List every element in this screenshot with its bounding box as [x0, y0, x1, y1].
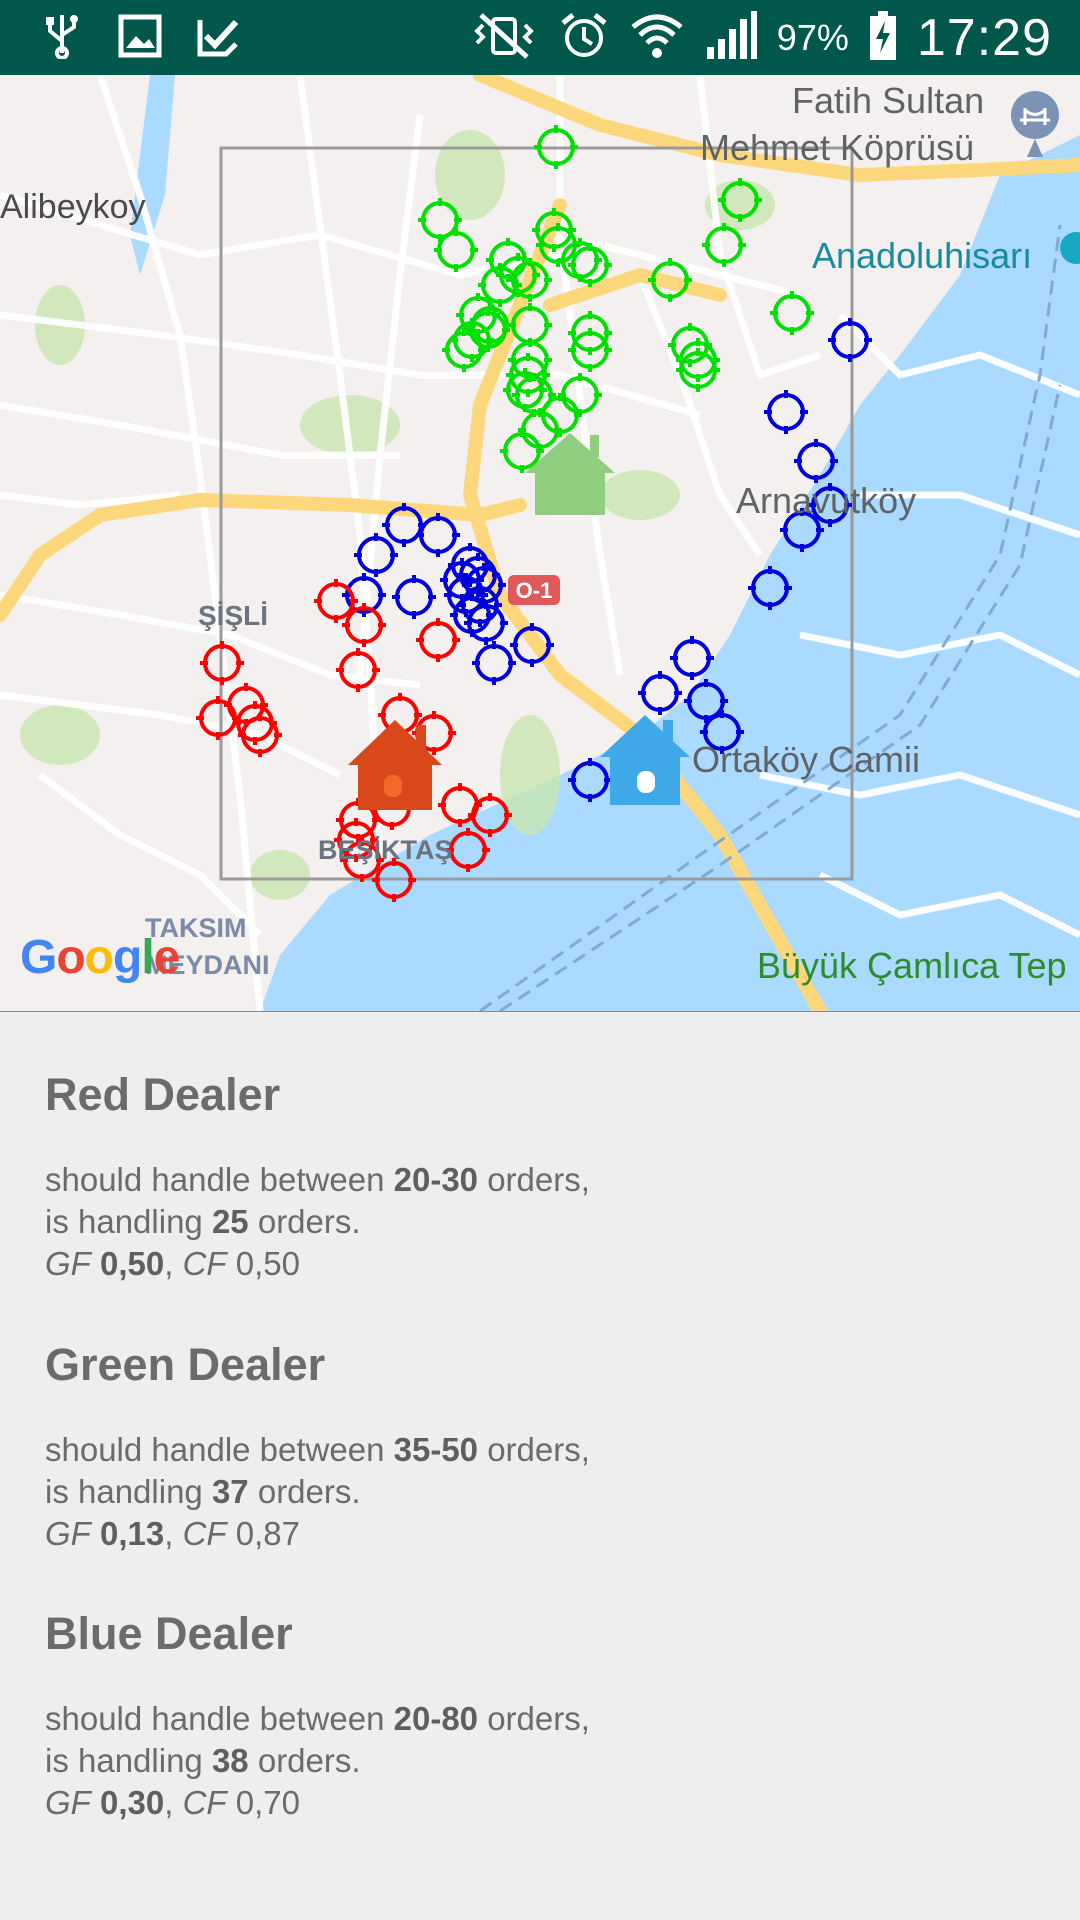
- google-logo: Google: [20, 931, 180, 984]
- map-view[interactable]: O-1 Alibeykoy Fatih Sultan Mehmet Köprüs…: [0, 75, 1080, 1013]
- task-done-icon: [196, 10, 240, 62]
- dealer-factors-line: GF 0,50, CF 0,50: [45, 1245, 300, 1282]
- bridge-marker-icon: [1011, 91, 1059, 157]
- dealer-factors-line: GF 0,13, CF 0,87: [45, 1515, 300, 1552]
- map-label-buyuk-camlica: Büyük Çamlıca Tep: [757, 945, 1067, 986]
- alarm-icon: [559, 11, 609, 65]
- dealer-card-red: Red Dealer should handle between 20-30 o…: [45, 1069, 945, 1285]
- dealer-factors-line: GF 0,30, CF 0,70: [45, 1784, 300, 1821]
- dealer-gf: 0,13: [100, 1515, 165, 1552]
- clock: 17:29: [916, 9, 1052, 67]
- dealer-info-panel: Red Dealer should handle between 20-30 o…: [0, 1012, 1080, 1920]
- map-label-mehmet-koprusu: Mehmet Köprüsü: [700, 127, 975, 168]
- usb-icon: [40, 10, 84, 62]
- dealer-handling-line: is handling 37 orders.: [45, 1473, 361, 1510]
- dealer-range: 35-50: [393, 1431, 479, 1468]
- dealer-card-green: Green Dealer should handle between 35-50…: [45, 1339, 945, 1555]
- dealer-handling: 37: [211, 1473, 249, 1510]
- status-bar: 97% 17:29: [0, 0, 1080, 75]
- blue-order-marker: [472, 641, 516, 685]
- dealer-range-line: should handle between 20-30 orders,: [45, 1161, 590, 1198]
- map-canvas[interactable]: O-1: [0, 75, 1080, 1011]
- dealer-cf: 0,87: [235, 1515, 300, 1552]
- dealer-gf: 0,30: [100, 1784, 165, 1821]
- map-label-fatih-sultan: Fatih Sultan: [792, 80, 985, 121]
- map-label-besiktas: BEŞİKTAŞ: [318, 835, 453, 865]
- dealer-title: Green Dealer: [45, 1339, 326, 1390]
- red-dealer-house-icon: [348, 720, 442, 810]
- map-label-sisli: ŞİŞLİ: [198, 600, 269, 631]
- signal-icon: [705, 11, 757, 65]
- blue-order-marker: [764, 390, 808, 434]
- red-order-marker: [416, 618, 460, 662]
- dealer-card-blue: Blue Dealer should handle between 20-80 …: [45, 1608, 945, 1824]
- dealer-title: Red Dealer: [45, 1069, 281, 1120]
- dealer-handling-line: is handling 25 orders.: [45, 1203, 361, 1240]
- battery-charging-icon: [869, 11, 897, 65]
- blue-order-marker: [828, 318, 872, 362]
- battery-percent: 97%: [776, 17, 849, 58]
- dealer-handling-line: is handling 38 orders.: [45, 1742, 361, 1779]
- green-order-marker: [770, 291, 814, 335]
- road-shield-label: O-1: [516, 578, 553, 603]
- map-label-alibeykoy: Alibeykoy: [0, 188, 146, 226]
- dealer-gf: 0,50: [100, 1245, 165, 1282]
- wifi-icon: [629, 11, 685, 65]
- blue-order-marker: [392, 575, 436, 619]
- dealer-range-line: should handle between 35-50 orders,: [45, 1431, 590, 1468]
- image-icon: [118, 10, 162, 62]
- dealer-cf: 0,50: [235, 1245, 300, 1282]
- dealer-cf: 0,70: [235, 1784, 300, 1821]
- dealer-handling: 38: [211, 1742, 249, 1779]
- green-order-marker: [512, 373, 556, 417]
- map-label-arnavutkoy: Arnavutköy: [736, 480, 917, 521]
- dealer-handling: 25: [211, 1203, 249, 1240]
- dealer-title: Blue Dealer: [45, 1608, 293, 1659]
- map-label-ortakoy: Ortaköy Camii: [692, 739, 921, 780]
- dealer-range: 20-30: [393, 1161, 479, 1198]
- dealer-range-line: should handle between 20-80 orders,: [45, 1700, 590, 1737]
- vibrate-mute-icon: [469, 11, 539, 65]
- map-label-anadoluhisari: Anadoluhisarı: [812, 235, 1033, 276]
- dealer-range: 20-80: [393, 1700, 479, 1737]
